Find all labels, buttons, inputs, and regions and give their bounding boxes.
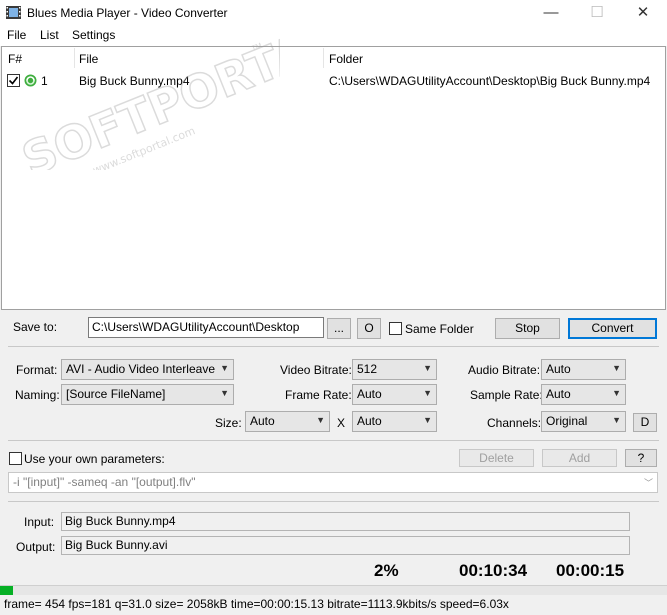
column-separator [74, 48, 75, 68]
window-title: Blues Media Player - Video Converter [27, 6, 228, 20]
input-field: Big Buck Bunny.mp4 [61, 512, 630, 531]
channels-select[interactable]: Original ▼ [541, 411, 626, 432]
chevron-down-icon: ▼ [612, 388, 621, 398]
add-button[interactable]: Add [542, 449, 617, 467]
same-folder-label: Same Folder [405, 322, 474, 336]
audio-bitrate-select[interactable]: Auto ▼ [541, 359, 626, 380]
chevron-down-icon: ▼ [423, 415, 432, 425]
minimize-button[interactable]: — [528, 0, 574, 26]
audio-bitrate-value: Auto [546, 362, 571, 376]
remaining-time: 00:00:15 [556, 561, 625, 580]
chevron-down-icon: ▼ [612, 363, 621, 373]
open-folder-button[interactable]: O [357, 318, 381, 339]
sample-rate-label: Sample Rate: [470, 388, 543, 402]
own-params-checkbox[interactable] [9, 452, 22, 465]
converting-icon [24, 74, 37, 87]
channels-value: Original [546, 414, 588, 428]
own-params-label: Use your own parameters: [24, 452, 165, 466]
row-checkbox[interactable] [7, 74, 20, 87]
chevron-down-icon: ▼ [316, 415, 325, 425]
checkmark-icon [8, 76, 19, 85]
size-height-select[interactable]: Auto ▼ [352, 411, 437, 432]
naming-label: Naming: [15, 388, 60, 402]
menu-settings[interactable]: Settings [72, 28, 115, 42]
video-bitrate-label: Video Bitrate: [280, 363, 352, 377]
browse-button[interactable]: ... [327, 318, 351, 339]
frame-rate-select[interactable]: Auto ▼ [352, 384, 437, 405]
size-width-value: Auto [250, 414, 275, 428]
output-label: Output: [16, 540, 56, 554]
size-width-select[interactable]: Auto ▼ [245, 411, 330, 432]
sample-rate-select[interactable]: Auto ▼ [541, 384, 626, 405]
params-value: -i "[input]" -sameq -an "[output].flv" [13, 475, 196, 489]
divider [8, 440, 659, 441]
maximize-button[interactable]: ☐ [574, 0, 620, 26]
chevron-down-icon: ▼ [612, 415, 621, 425]
divider [8, 501, 659, 502]
audio-bitrate-label: Audio Bitrate: [468, 363, 541, 377]
naming-select[interactable]: [Source FileName] ▼ [61, 384, 234, 405]
video-bitrate-value: 512 [357, 362, 378, 376]
film-strip-icon [6, 6, 21, 19]
channels-label: Channels: [487, 416, 542, 430]
status-bar: frame= 454 fps=181 q=31.0 size= 2058kB t… [4, 597, 509, 611]
stop-button[interactable]: Stop [495, 318, 560, 339]
menu-list[interactable]: List [40, 28, 59, 42]
format-select[interactable]: AVI - Audio Video Interleave ▼ [61, 359, 234, 380]
size-x-label: X [337, 416, 346, 430]
divider [8, 346, 659, 347]
chevron-down-icon: ﹀ [643, 478, 653, 488]
chevron-down-icon: ▼ [220, 388, 229, 398]
video-bitrate-select[interactable]: 512 ▼ [352, 359, 437, 380]
column-header-folder[interactable]: Folder [329, 52, 363, 66]
frame-rate-value: Auto [357, 387, 382, 401]
chevron-down-icon: ▼ [423, 388, 432, 398]
menu-file[interactable]: File [7, 28, 26, 42]
row-number: 1 [41, 74, 48, 88]
chevron-down-icon: ▼ [423, 363, 432, 373]
input-label: Input: [24, 515, 55, 529]
column-separator [323, 48, 324, 68]
sample-rate-value: Auto [546, 387, 571, 401]
row-folder[interactable]: C:\Users\WDAGUtilityAccount\Desktop\Big … [329, 74, 650, 88]
convert-button[interactable]: Convert [568, 318, 657, 339]
delete-button[interactable]: Delete [459, 449, 534, 467]
progress-percent: 2% [374, 561, 399, 580]
progress-bar [0, 585, 667, 595]
row-file[interactable]: Big Buck Bunny.mp4 [79, 74, 190, 88]
progress-fill [0, 586, 14, 595]
size-height-value: Auto [357, 414, 382, 428]
column-header-number[interactable]: F# [8, 52, 22, 66]
output-field: Big Buck Bunny.avi [61, 536, 630, 555]
format-label: Format: [16, 363, 58, 377]
save-path-input[interactable]: C:\Users\WDAGUtilityAccount\Desktop [88, 317, 324, 338]
save-to-label: Save to: [13, 320, 58, 334]
same-folder-checkbox[interactable] [389, 322, 402, 335]
help-button[interactable]: ? [625, 449, 657, 467]
naming-value: [Source FileName] [66, 387, 166, 401]
elapsed-time: 00:10:34 [459, 561, 528, 580]
size-label: Size: [215, 416, 242, 430]
default-button[interactable]: D [633, 413, 657, 432]
format-value: AVI - Audio Video Interleave [66, 362, 215, 376]
frame-rate-label: Frame Rate: [285, 388, 352, 402]
close-button[interactable]: ✕ [620, 0, 666, 26]
column-header-file[interactable]: File [79, 52, 98, 66]
chevron-down-icon: ▼ [220, 363, 229, 373]
params-combo[interactable]: -i "[input]" -sameq -an "[output].flv" ﹀ [8, 472, 658, 493]
